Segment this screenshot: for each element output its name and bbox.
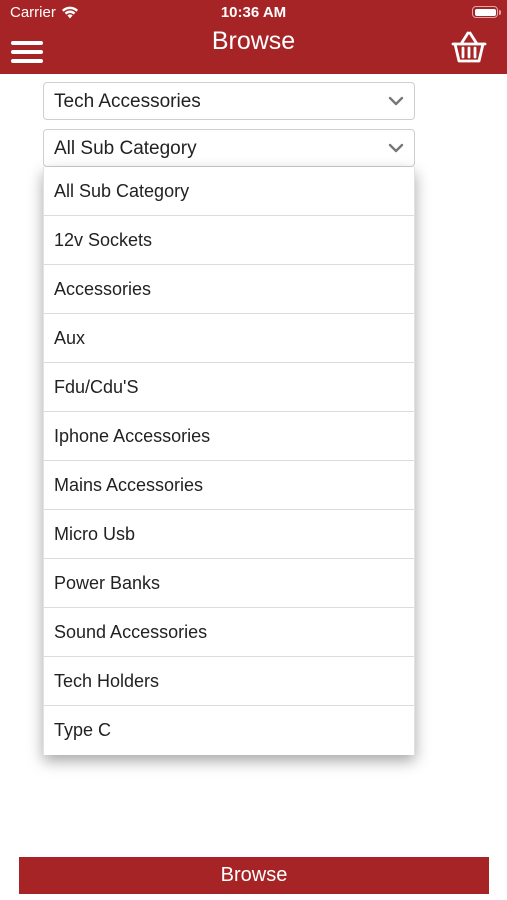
chevron-down-icon [388,96,404,106]
status-time: 10:36 AM [220,4,287,21]
subcategory-select[interactable]: All Sub Category [43,129,415,167]
navigation-bar: Carrier 10:36 AM Browse [0,0,507,74]
battery-icon [472,6,501,18]
dropdown-option[interactable]: Fdu/Cdu'S [44,363,414,412]
page-title: Browse [211,27,296,55]
dropdown-option[interactable]: Type C [44,706,414,755]
dropdown-option[interactable]: 12v Sockets [44,216,414,265]
chevron-down-icon [388,143,404,153]
dropdown-option[interactable]: Sound Accessories [44,608,414,657]
dropdown-option[interactable]: Aux [44,314,414,363]
subcategory-select-value: All Sub Category [54,138,197,159]
dropdown-option[interactable]: Accessories [44,265,414,314]
browse-button[interactable]: Browse [19,857,489,894]
category-select-value: Tech Accessories [54,91,201,112]
category-select[interactable]: Tech Accessories [43,82,415,120]
dropdown-option[interactable]: Mains Accessories [44,461,414,510]
subcategory-dropdown-list: All Sub Category 12v Sockets Accessories… [43,167,415,755]
dropdown-option[interactable]: Iphone Accessories [44,412,414,461]
shopping-basket-icon[interactable] [450,30,488,64]
dropdown-option[interactable]: Tech Holders [44,657,414,706]
dropdown-option[interactable]: All Sub Category [44,167,414,216]
dropdown-option[interactable]: Power Banks [44,559,414,608]
dropdown-option[interactable]: Micro Usb [44,510,414,559]
